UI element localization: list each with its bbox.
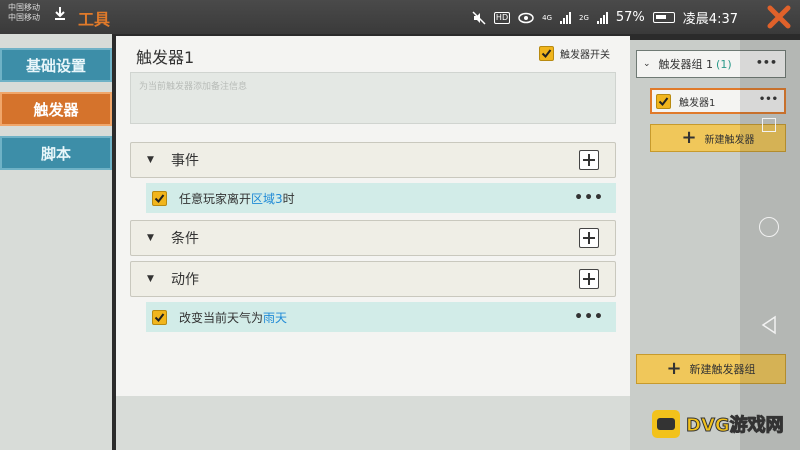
tab-basic-settings[interactable]: 基础设置 <box>0 48 112 82</box>
group-count: (1) <box>716 57 732 71</box>
mute-icon <box>472 10 486 25</box>
add-condition-button[interactable] <box>579 228 599 248</box>
status-bar: 中国移动 中国移动 工具 HD 4G 2G 57% 凌晨4:37 <box>0 0 800 34</box>
add-action-button[interactable] <box>579 269 599 289</box>
eye-icon <box>518 12 534 23</box>
tab-label: 脚本 <box>40 144 71 163</box>
event-text-prefix: 任意玩家离开 <box>179 191 252 206</box>
switch-label: 触发器开关 <box>560 50 610 61</box>
plus-icon: + <box>666 358 682 379</box>
add-event-button[interactable] <box>579 150 599 170</box>
section-label: 动作 <box>171 272 199 288</box>
event-text: 任意玩家离开区域3时 <box>179 190 295 207</box>
checkbox-icon[interactable] <box>152 309 167 325</box>
tab-triggers[interactable]: 触发器 <box>0 92 112 126</box>
android-nav-bar <box>740 40 800 450</box>
trigger-editor-panel: 触发器1 触发器开关 为当前触发器添加备注信息 ▼ 事件 任意玩家离开区域3时 … <box>116 36 630 396</box>
app-title: 工具 <box>78 10 111 29</box>
close-icon[interactable] <box>764 2 794 32</box>
home-icon[interactable] <box>759 217 779 237</box>
battery-icon <box>652 12 675 23</box>
group-label: 触发器组 1 <box>658 58 714 71</box>
carrier-1: 中国移动 <box>8 3 40 12</box>
left-nav: 基础设置 触发器 脚本 <box>0 34 112 450</box>
event-item[interactable]: 任意玩家离开区域3时 ••• <box>146 183 616 213</box>
note-input[interactable]: 为当前触发器添加备注信息 <box>130 72 616 124</box>
status-icons: HD 4G 2G 57% 凌晨4:37 <box>472 8 738 27</box>
signal-icon-1 <box>560 11 571 24</box>
back-icon[interactable] <box>760 315 778 335</box>
signal-icon-2 <box>596 11 608 24</box>
more-options-icon[interactable]: ••• <box>574 190 604 206</box>
checkbox-icon[interactable] <box>152 190 167 206</box>
carrier-info: 中国移动 中国移动 <box>8 3 40 23</box>
section-label: 事件 <box>171 153 199 169</box>
clock: 凌晨4:37 <box>682 12 738 27</box>
chevron-down-icon[interactable]: ⌄ <box>643 59 651 69</box>
collapse-triangle-icon[interactable]: ▼ <box>147 233 157 243</box>
action-text: 改变当前天气为雨天 <box>179 309 287 326</box>
collapse-triangle-icon[interactable]: ▼ <box>147 274 157 284</box>
trigger-title: 触发器1 <box>136 48 195 67</box>
action-param-link[interactable]: 雨天 <box>263 311 287 325</box>
checkbox-icon[interactable] <box>656 93 671 109</box>
event-param-link[interactable]: 区域3 <box>251 192 283 206</box>
tab-scripts[interactable]: 脚本 <box>0 136 112 170</box>
more-options-icon[interactable]: ••• <box>574 309 604 325</box>
collapse-triangle-icon[interactable]: ▼ <box>147 155 157 165</box>
recent-apps-icon[interactable] <box>762 118 776 132</box>
battery-percent: 57% <box>615 10 645 25</box>
network-type-2: 2G <box>579 13 589 22</box>
section-label: 条件 <box>171 231 199 247</box>
event-text-suffix: 时 <box>282 191 295 206</box>
tab-label: 基础设置 <box>25 56 86 75</box>
watermark-text: DVG游戏网 <box>686 415 785 437</box>
tab-label: 触发器 <box>33 100 79 119</box>
checkbox-icon[interactable] <box>539 46 554 61</box>
note-placeholder: 为当前触发器添加备注信息 <box>139 82 248 92</box>
action-item[interactable]: 改变当前天气为雨天 ••• <box>146 302 616 332</box>
hd-badge: HD <box>493 11 511 24</box>
trigger-enable-switch[interactable]: 触发器开关 <box>539 46 610 61</box>
gamepad-icon <box>652 410 680 438</box>
download-icon <box>55 7 65 20</box>
action-text-prefix: 改变当前天气为 <box>179 310 264 325</box>
trigger-item-label: 触发器1 <box>679 97 716 109</box>
carrier-2: 中国移动 <box>8 13 40 22</box>
bottom-strip <box>116 396 630 450</box>
plus-icon: + <box>681 127 697 148</box>
section-events[interactable]: ▼ 事件 <box>130 142 616 178</box>
network-type-1: 4G <box>542 13 552 22</box>
section-actions[interactable]: ▼ 动作 <box>130 261 616 297</box>
section-conditions[interactable]: ▼ 条件 <box>130 220 616 256</box>
watermark: DVG游戏网 <box>652 404 800 444</box>
